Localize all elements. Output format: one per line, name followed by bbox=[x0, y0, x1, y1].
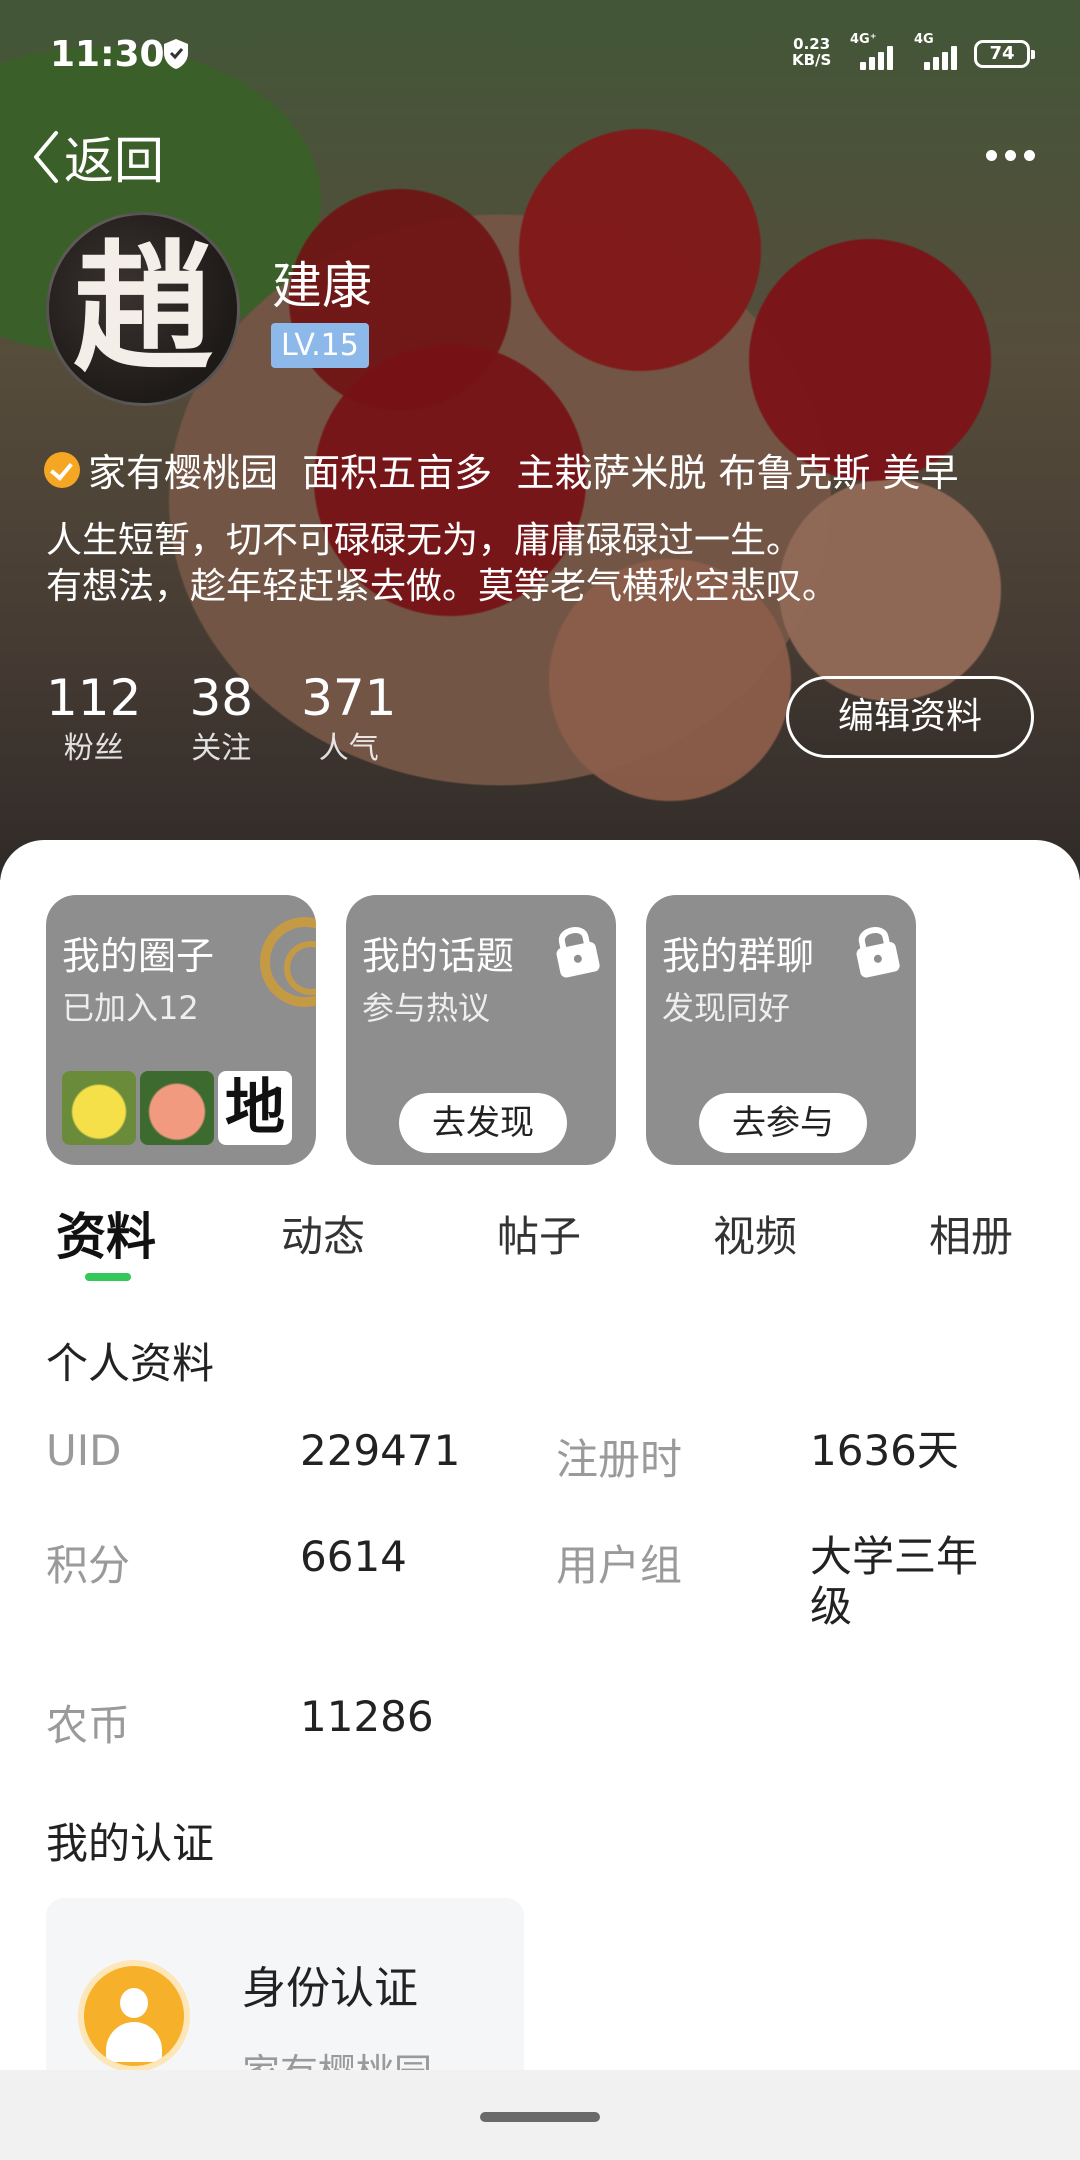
circle-thumbnails: 地 bbox=[62, 1071, 292, 1145]
tab-videos[interactable]: 视频 bbox=[713, 1203, 797, 1264]
navigation-bar bbox=[0, 2070, 1080, 2160]
section-title: 我的认证 bbox=[46, 1819, 215, 1868]
info-key: 用户组 bbox=[556, 1541, 683, 1590]
bio-line: 有想法，趁年轻赶紧去做。莫等老气横秋空悲叹。 bbox=[46, 566, 839, 607]
back-label: 返回 bbox=[64, 132, 164, 190]
info-key: 农币 bbox=[46, 1701, 131, 1750]
more-dot-icon bbox=[1023, 149, 1035, 161]
my-topics-card[interactable]: 我的话题 参与热议 去发现 bbox=[346, 895, 616, 1165]
info-key: 积分 bbox=[46, 1541, 131, 1590]
info-key: 注册时 bbox=[556, 1435, 683, 1484]
back-button[interactable]: 返回 bbox=[30, 125, 164, 190]
card-title: 我的话题 bbox=[362, 934, 515, 978]
card-title: 我的群聊 bbox=[662, 934, 815, 978]
info-value: 11286 bbox=[300, 1692, 434, 1741]
stat-label: 人气 bbox=[318, 731, 379, 766]
info-value: 大学三年级 bbox=[810, 1532, 979, 1631]
stat-popularity[interactable]: 371 人气 bbox=[301, 668, 396, 770]
info-value: 6614 bbox=[300, 1532, 407, 1581]
card-title: 我的圈子 bbox=[62, 934, 215, 978]
verification-line: 家有樱桃园 面积五亩多 主栽萨米脱 布鲁克斯 美早 bbox=[44, 442, 958, 497]
network-type-label: 4G bbox=[914, 32, 934, 47]
avatar-glyph: 趙 bbox=[72, 227, 213, 391]
circle-thumbnail[interactable]: 地 bbox=[218, 1071, 292, 1145]
stat-label: 关注 bbox=[191, 731, 252, 766]
level-badge[interactable]: LV.15 bbox=[271, 323, 369, 368]
circle-thumbnail[interactable] bbox=[140, 1071, 214, 1145]
stat-label: 粉丝 bbox=[63, 731, 124, 766]
stat-value: 112 bbox=[46, 669, 142, 727]
info-value: 1636天 bbox=[810, 1426, 959, 1475]
circle-ring-icon bbox=[260, 917, 316, 1007]
join-button[interactable]: 去参与 bbox=[699, 1093, 867, 1153]
chevron-left-icon bbox=[34, 131, 58, 183]
tab-profile[interactable]: 资料 bbox=[56, 1197, 156, 1269]
home-indicator[interactable] bbox=[480, 2112, 600, 2122]
bio: 人生短暂，切不可碌碌无为，庸庸碌碌过一生。 有想法，趁年轻赶紧去做。莫等老气横秋… bbox=[46, 518, 838, 610]
status-time: 11:30 bbox=[50, 34, 165, 75]
more-dot-icon bbox=[1004, 149, 1016, 161]
info-key: UID bbox=[46, 1426, 122, 1475]
tab-activity[interactable]: 动态 bbox=[281, 1203, 365, 1264]
info-value: 229471 bbox=[300, 1426, 461, 1475]
avatar[interactable]: 趙 bbox=[46, 212, 240, 406]
cert-title: 身份认证 bbox=[242, 1963, 418, 2014]
net-speed-unit: KB/S bbox=[792, 51, 832, 69]
stat-value: 38 bbox=[189, 669, 254, 727]
section-title: 个人资料 bbox=[46, 1339, 215, 1388]
circle-thumbnail[interactable] bbox=[62, 1071, 136, 1145]
username: 建康 bbox=[272, 257, 372, 315]
verification-text: 家有樱桃园 面积五亩多 主栽萨米脱 布鲁克斯 美早 bbox=[88, 451, 959, 495]
network-speed: 0.23 KB/S bbox=[792, 36, 831, 68]
network-type-label: 4G⁺ bbox=[850, 32, 877, 47]
tab-posts[interactable]: 帖子 bbox=[497, 1203, 581, 1264]
status-bar: 11:30 0.23 KB/S 4G⁺ 4G 74 bbox=[0, 0, 1080, 110]
profile-tabs: 资料 动态 帖子 视频 相册 bbox=[0, 1185, 1080, 1285]
stat-following[interactable]: 38 关注 bbox=[189, 668, 253, 770]
card-subtitle: 已加入12 bbox=[62, 989, 199, 1027]
my-group-chats-card[interactable]: 我的群聊 发现同好 去参与 bbox=[646, 895, 916, 1165]
shortcut-cards: 我的圈子 已加入12 地 我的话题 参与热议 去发现 我的群聊 发现同好 去参与 bbox=[46, 895, 916, 1165]
vpn-shield-icon bbox=[164, 39, 188, 69]
net-speed-value: 0.23 bbox=[793, 35, 831, 53]
user-icon bbox=[78, 1960, 190, 2072]
card-subtitle: 参与热议 bbox=[362, 989, 491, 1027]
active-tab-indicator bbox=[85, 1273, 131, 1281]
bio-line: 人生短暂，切不可碌碌无为，庸庸碌碌过一生。 bbox=[46, 520, 803, 561]
stat-followers[interactable]: 112 粉丝 bbox=[46, 668, 141, 770]
edit-profile-button[interactable]: 编辑资料 bbox=[786, 676, 1034, 758]
more-dot-icon bbox=[985, 149, 997, 161]
card-subtitle: 发现同好 bbox=[662, 989, 791, 1027]
my-circles-card[interactable]: 我的圈子 已加入12 地 bbox=[46, 895, 316, 1165]
lock-icon bbox=[556, 927, 600, 978]
stats-row: 112 粉丝 38 关注 371 人气 bbox=[46, 668, 445, 770]
battery-icon: 74 bbox=[974, 40, 1035, 68]
more-options-button[interactable] bbox=[975, 135, 1045, 175]
lock-icon bbox=[856, 927, 900, 978]
discover-button[interactable]: 去发现 bbox=[399, 1093, 567, 1153]
tab-album[interactable]: 相册 bbox=[929, 1203, 1013, 1264]
verified-badge-icon bbox=[44, 451, 80, 488]
stat-value: 371 bbox=[301, 669, 397, 727]
